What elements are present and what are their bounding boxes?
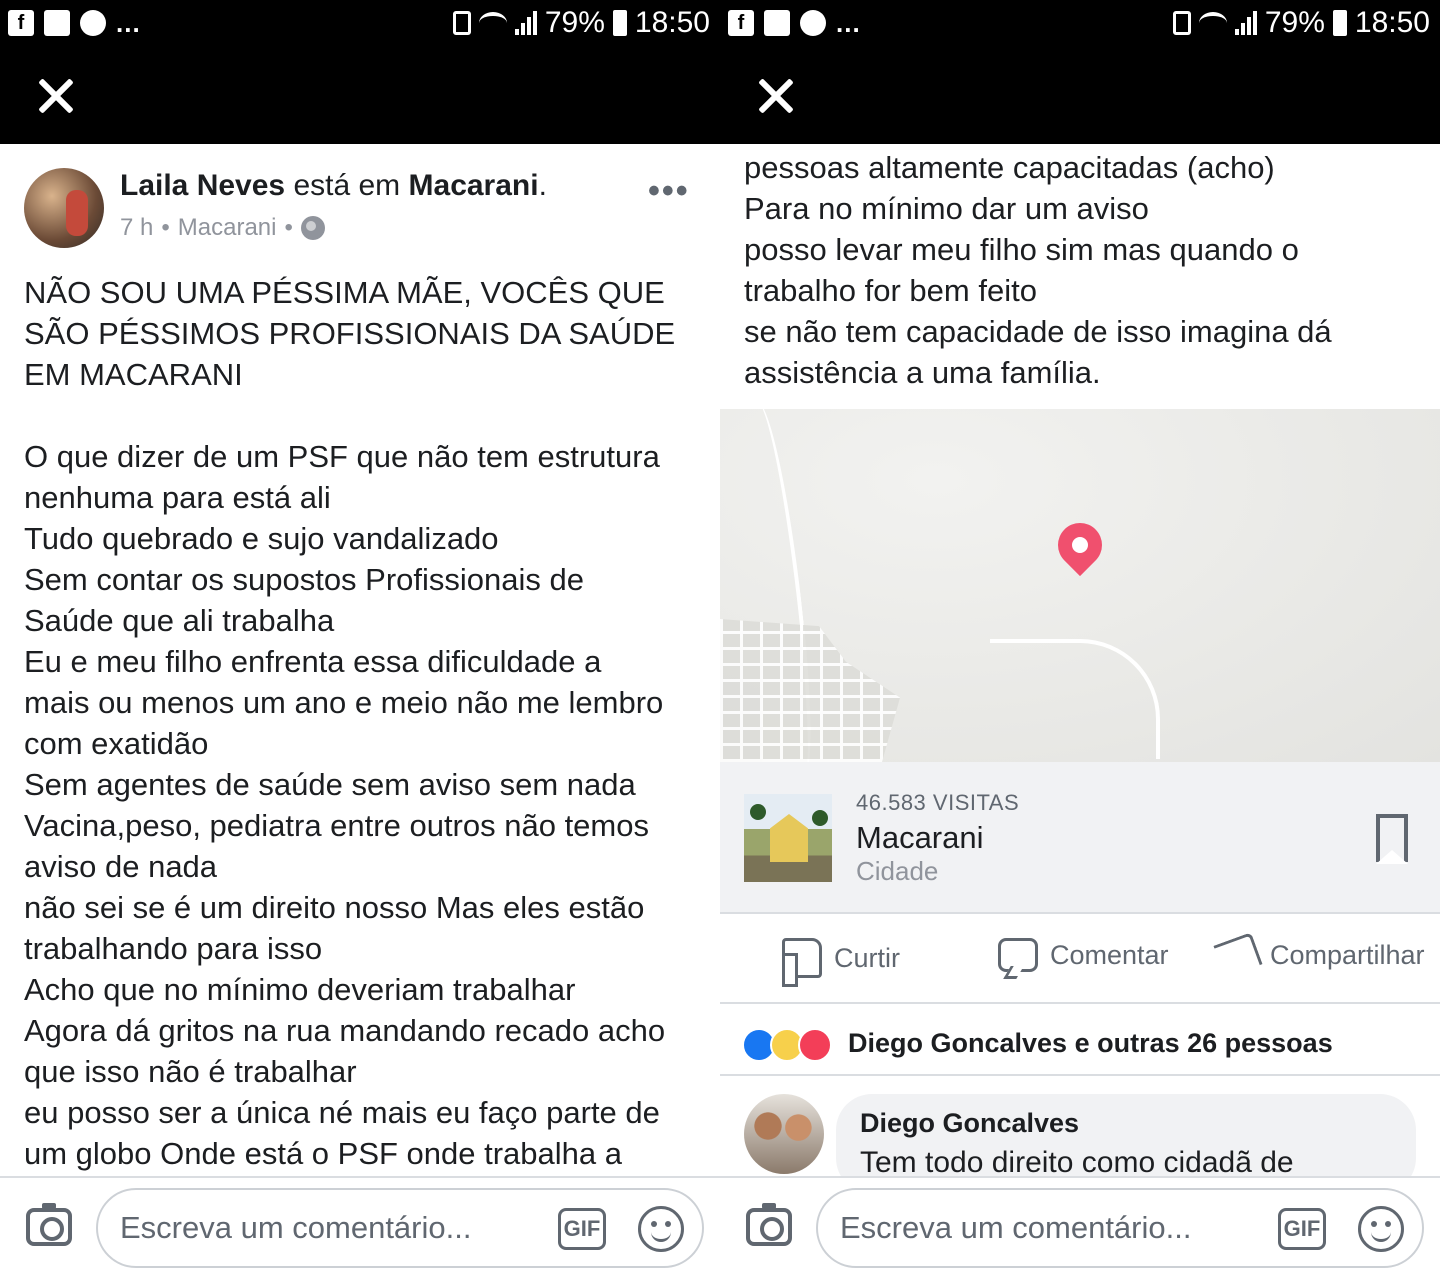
camera-icon[interactable] — [26, 1203, 72, 1246]
comment-composer: Escreva um comentário... GIF — [720, 1176, 1440, 1280]
notification-icons: f ... — [8, 10, 141, 36]
comment-button[interactable]: Comentar — [998, 938, 1169, 972]
comment-text: Tem todo direito como cidadã de — [860, 1146, 1294, 1179]
map-road — [990, 639, 1160, 759]
place-name: Macarani — [856, 820, 984, 855]
commenter-name[interactable]: Diego Goncalves — [860, 1108, 1079, 1139]
place-visits: 46.583 VISITAS — [856, 790, 1020, 815]
reactions-text: Diego Goncalves e outras 26 pessoas — [848, 1028, 1333, 1058]
commenter-avatar[interactable] — [744, 1094, 824, 1174]
reactions-summary[interactable]: Diego Goncalves e outras 26 pessoas — [720, 1004, 1440, 1076]
gif-button[interactable]: GIF — [558, 1208, 606, 1250]
author-connector: está em — [293, 169, 401, 202]
viewer-header — [0, 52, 720, 144]
wifi-icon — [478, 12, 507, 34]
post-author-line: Laila Neves está em Macarani. — [120, 169, 547, 202]
status-bar: f ... 79% 18:50 — [720, 0, 1440, 52]
emoji-icon[interactable] — [638, 1206, 684, 1252]
comment-input[interactable]: Escreva um comentário... GIF — [96, 1188, 704, 1268]
share-button[interactable]: Compartilhar — [1213, 932, 1425, 978]
system-icons: 79% 18:50 — [1172, 6, 1430, 40]
clock: 18:50 — [1354, 6, 1430, 39]
comment-icon — [998, 938, 1038, 972]
close-button[interactable] — [756, 76, 796, 116]
bookmark-icon[interactable] — [1376, 814, 1408, 864]
globe-icon — [300, 216, 325, 240]
comment-input[interactable]: Escreva um comentário... GIF — [816, 1188, 1424, 1268]
map-city-area — [720, 619, 900, 762]
battery-percent: 79% — [544, 6, 605, 39]
place-type: Cidade — [856, 856, 939, 886]
lock-icon — [1172, 11, 1191, 35]
battery-icon — [1332, 10, 1347, 36]
post-text-continued: pessoas altamente capacitadas (acho) Par… — [744, 150, 1332, 390]
more-options-button[interactable]: ••• — [648, 172, 690, 211]
comment-placeholder: Escreva um comentário... — [120, 1210, 472, 1245]
phone-icon — [800, 10, 826, 36]
right-screen: f ... 79% 18:50 pessoas altamente capaci… — [720, 0, 1440, 1280]
share-label: Compartilhar — [1270, 939, 1425, 970]
signal-icon — [514, 11, 537, 35]
reaction-icons — [742, 1028, 832, 1062]
comment-item: Diego Goncalves Tem todo direito como ci… — [720, 1076, 1440, 1194]
facebook-icon: f — [8, 10, 34, 36]
viewer-header — [720, 52, 1440, 144]
signal-icon — [1234, 11, 1257, 35]
like-icon — [782, 938, 822, 987]
location-map[interactable] — [720, 409, 1440, 762]
status-bar: f ... 79% 18:50 — [0, 0, 720, 52]
post-actions: Curtir Comentar Compartilhar — [720, 914, 1440, 1004]
battery-percent: 79% — [1264, 6, 1325, 39]
comment-placeholder: Escreva um comentário... — [840, 1210, 1192, 1245]
emoji-icon[interactable] — [1358, 1206, 1404, 1252]
post-text: NÃO SOU UMA PÉSSIMA MÃE, VOCÊS QUE SÃO P… — [24, 275, 676, 1171]
comment-composer: Escreva um comentário... GIF — [0, 1176, 720, 1280]
post-meta-location[interactable]: Macarani — [178, 212, 277, 244]
battery-icon — [612, 10, 627, 36]
facebook-icon: f — [728, 10, 754, 36]
system-icons: 79% 18:50 — [452, 6, 710, 40]
gallery-icon — [764, 10, 790, 36]
more-notifications: ... — [836, 8, 861, 38]
author-avatar[interactable] — [24, 168, 104, 248]
post-time[interactable]: 7 h — [120, 212, 153, 244]
checkin-location[interactable]: Macarani — [409, 169, 539, 202]
wifi-icon — [1198, 12, 1227, 34]
close-button[interactable] — [36, 76, 76, 116]
left-screen: f ... 79% 18:50 Laila Neves está em Maca… — [0, 0, 720, 1280]
like-label: Curtir — [834, 942, 900, 973]
share-icon — [1213, 932, 1263, 978]
camera-icon[interactable] — [746, 1203, 792, 1246]
gif-button[interactable]: GIF — [1278, 1208, 1326, 1250]
notification-icons: f ... — [728, 10, 861, 36]
love-reaction-icon — [798, 1028, 832, 1062]
map-pin-icon — [1048, 513, 1112, 577]
gallery-icon — [44, 10, 70, 36]
place-thumbnail — [744, 794, 832, 882]
clock: 18:50 — [634, 6, 710, 39]
lock-icon — [452, 11, 471, 35]
author-name[interactable]: Laila Neves — [120, 169, 285, 202]
place-card[interactable]: 46.583 VISITAS Macarani Cidade — [720, 762, 1440, 914]
post-meta: 7 h • Macarani • — [120, 212, 325, 244]
like-button[interactable]: Curtir — [782, 938, 900, 987]
more-notifications: ... — [116, 8, 141, 38]
comment-label: Comentar — [1050, 939, 1169, 970]
phone-icon — [80, 10, 106, 36]
